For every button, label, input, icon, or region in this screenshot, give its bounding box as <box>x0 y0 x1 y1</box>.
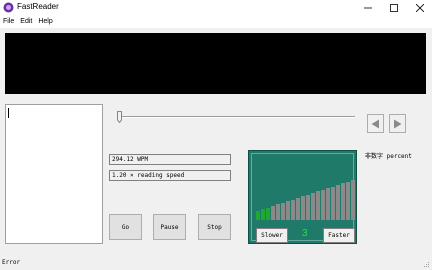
slider-track <box>117 116 355 118</box>
speed-panel: Slower 3 Faster <box>248 150 357 244</box>
menu-help[interactable]: Help <box>35 16 55 28</box>
speed-level-bar <box>286 201 290 220</box>
word-display <box>5 33 426 94</box>
app-window: FastReader File Edit Help 294.12 WPM 1.2… <box>0 0 432 270</box>
menu-file[interactable]: File <box>0 16 17 28</box>
speed-level-bar <box>271 206 275 220</box>
app-icon <box>3 2 14 13</box>
speed-level-bar <box>351 180 355 220</box>
percent-label: 非数字 percent <box>365 153 412 160</box>
previous-button[interactable] <box>367 114 384 133</box>
wpm-readout: 294.12 WPM <box>109 154 231 165</box>
speed-level-bar <box>296 197 300 220</box>
speed-level-bar <box>276 204 280 220</box>
menu-edit[interactable]: Edit <box>17 16 35 28</box>
position-slider[interactable] <box>117 111 355 123</box>
go-button[interactable]: Go <box>109 214 142 240</box>
text-caret <box>8 108 9 118</box>
minimize-button[interactable] <box>356 0 380 16</box>
speed-level-bar <box>316 191 320 220</box>
stop-button[interactable]: Stop <box>198 214 231 240</box>
slider-thumb[interactable] <box>117 111 122 123</box>
speed-level-bar <box>301 196 305 220</box>
speed-level-bar <box>291 199 295 220</box>
triangle-right-icon <box>394 119 402 128</box>
next-button[interactable] <box>389 114 406 133</box>
speed-readout: 1.20 × reading speed <box>109 170 231 181</box>
triangle-left-icon <box>371 119 379 128</box>
faster-button[interactable]: Faster <box>323 228 355 243</box>
pause-button[interactable]: Pause <box>153 214 186 240</box>
status-text: Error <box>2 259 21 266</box>
speed-level-bar <box>346 181 350 220</box>
speed-level-bar <box>336 184 340 220</box>
speed-level-bar <box>321 189 325 220</box>
maximize-button[interactable] <box>382 0 406 16</box>
speed-level-bar <box>281 202 285 220</box>
slower-button[interactable]: Slower <box>256 228 288 243</box>
close-button[interactable] <box>408 0 432 16</box>
maximize-icon <box>390 4 398 12</box>
speed-level-value: 3 <box>302 228 308 239</box>
speed-level-bar <box>326 188 330 220</box>
minimize-icon <box>364 7 372 9</box>
text-input-area[interactable] <box>5 104 103 244</box>
speed-level-bar <box>331 186 335 220</box>
speed-panel-frame: Slower 3 Faster <box>251 153 355 243</box>
speed-level-bar <box>261 209 265 220</box>
speed-level-bar <box>266 207 270 220</box>
window-title: FastReader <box>17 2 59 11</box>
title-bar: FastReader <box>0 0 432 16</box>
speed-level-bar <box>311 193 315 220</box>
resize-grip-icon[interactable] <box>422 260 430 268</box>
close-icon <box>416 4 424 12</box>
speed-level-bar <box>341 183 345 220</box>
speed-level-bar <box>306 194 310 220</box>
speed-level-bar <box>256 211 260 220</box>
menu-bar: File Edit Help <box>0 16 432 28</box>
